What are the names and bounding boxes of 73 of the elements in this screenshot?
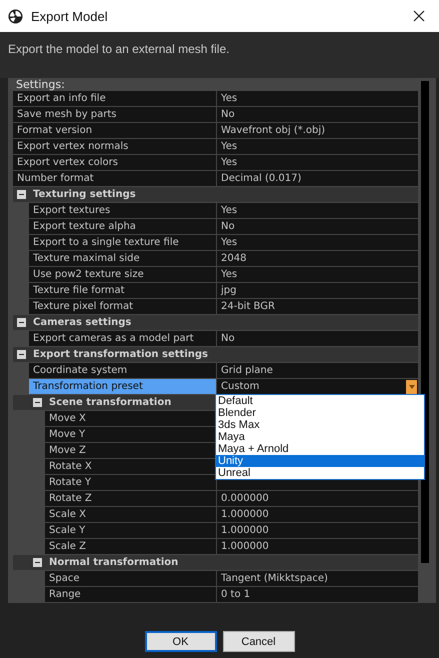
property-value: Yes — [221, 205, 238, 216]
property-value: 2048 — [221, 253, 248, 264]
property-name[interactable]: Export cameras as a model part — [29, 331, 217, 346]
close-icon[interactable] — [413, 10, 425, 22]
cancel-button[interactable]: Cancel — [222, 631, 294, 652]
property-value: No — [221, 109, 236, 120]
property-value: 0.000000 — [221, 493, 270, 504]
property-value: Tangent (Mikktspace) — [221, 573, 329, 584]
property-name[interactable]: Number format — [13, 171, 217, 186]
property-name[interactable]: Texture maximal side — [29, 251, 217, 266]
property-name[interactable]: Export textures — [29, 203, 217, 218]
group-header: Export transformation settings — [33, 349, 208, 360]
property-value: Yes — [221, 93, 238, 104]
property-name[interactable]: Export vertex normals — [13, 139, 217, 154]
property-value: 1.000000 — [221, 541, 270, 552]
property-name[interactable]: Coordinate system — [29, 363, 217, 378]
property-value: 24-bit BGR — [221, 301, 276, 312]
ok-button[interactable]: OK — [144, 631, 216, 652]
group-header: Texturing settings — [33, 189, 136, 200]
property-value: 1.000000 — [221, 509, 270, 520]
property-value: Decimal (0.017) — [221, 173, 302, 184]
group-header: Scene transformation — [49, 397, 172, 408]
property-name[interactable]: Texture pixel format — [29, 299, 217, 314]
property-name[interactable]: Texture file format — [29, 283, 217, 298]
collapse-toggle[interactable] — [33, 558, 42, 567]
property-value: 1.000000 — [221, 525, 270, 536]
collapse-toggle[interactable] — [17, 350, 26, 359]
dropdown-button[interactable] — [406, 380, 417, 394]
window-title: Export Model — [31, 8, 109, 24]
group-header: Cameras settings — [33, 317, 132, 328]
dropdown-option[interactable]: Unreal — [216, 467, 424, 479]
property-value: 0 to 1 — [221, 589, 252, 600]
property-name[interactable]: Export to a single texture file — [29, 235, 217, 250]
scrollbar[interactable] — [421, 81, 429, 563]
property-value: No — [221, 221, 236, 232]
property-value: Yes — [221, 141, 238, 152]
property-value: jpg — [221, 285, 238, 296]
property-value: Yes — [221, 269, 238, 280]
dropdown-option[interactable]: 3ds Max — [216, 419, 424, 431]
property-name[interactable]: Rotate Z — [45, 491, 217, 506]
property-name[interactable]: Space — [45, 571, 217, 586]
dropdown-option[interactable]: Default — [216, 395, 424, 407]
property-value: No — [221, 333, 236, 344]
property-name[interactable]: Scale X — [45, 507, 217, 522]
collapse-toggle[interactable] — [17, 190, 26, 199]
property-value: Custom — [221, 381, 260, 392]
property-name[interactable]: Move Y — [45, 427, 217, 442]
settings-heading: Settings: — [16, 78, 65, 91]
description-text: Export the model to an external mesh file. — [8, 42, 230, 56]
property-name[interactable]: Move Z — [45, 443, 217, 458]
collapse-toggle[interactable] — [33, 398, 42, 407]
property-value: Wavefront obj (*.obj) — [221, 125, 326, 136]
collapse-toggle[interactable] — [17, 318, 26, 327]
group-header: Normal transformation — [49, 557, 178, 568]
property-name[interactable]: Export vertex colors — [13, 155, 217, 170]
property-name[interactable]: Export an info file — [13, 91, 217, 106]
property-name[interactable]: Transformation preset — [29, 379, 217, 394]
dropdown-option[interactable]: Maya — [216, 431, 424, 443]
property-value: Yes — [221, 237, 238, 248]
dropdown-option[interactable]: Unity — [216, 455, 424, 467]
property-name[interactable]: Range — [45, 587, 217, 602]
property-value: Yes — [221, 157, 238, 168]
property-name[interactable]: Scale Z — [45, 539, 217, 554]
property-name[interactable]: Scale Y — [45, 523, 217, 538]
property-name[interactable]: Export texture alpha — [29, 219, 217, 234]
property-name[interactable]: Format version — [13, 123, 217, 138]
property-name[interactable]: Save mesh by parts — [13, 107, 217, 122]
caret-icon — [408, 384, 414, 388]
property-value: Grid plane — [221, 365, 274, 376]
app-logo-icon — [8, 8, 23, 24]
dropdown-option[interactable]: Maya + Arnold — [216, 443, 424, 455]
property-name[interactable]: Use pow2 texture size — [29, 267, 217, 282]
dropdown-option[interactable]: Blender — [216, 407, 424, 419]
